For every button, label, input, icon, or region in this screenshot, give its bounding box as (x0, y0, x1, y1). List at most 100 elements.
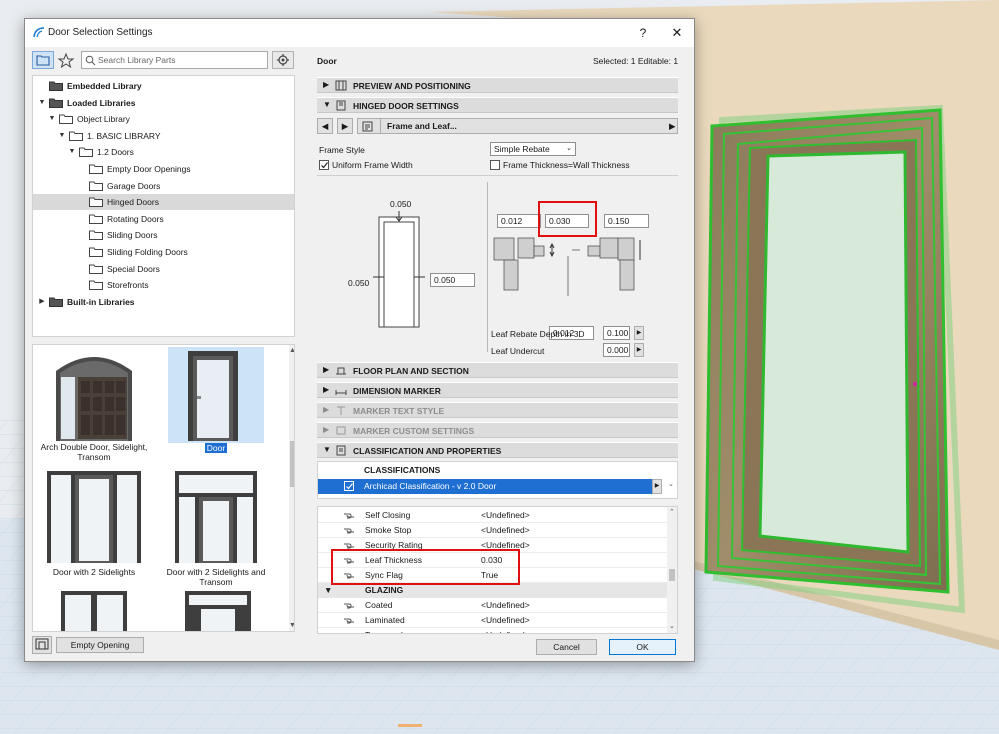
search-input[interactable]: Search Library Parts (81, 51, 268, 69)
section-preview-positioning[interactable]: ▶ PREVIEW AND POSITIONING (317, 77, 678, 93)
selected-door-3d[interactable] (704, 104, 966, 614)
gear-icon (277, 54, 289, 66)
properties-scrollbar[interactable]: ⌃ ⌄ (667, 507, 677, 633)
tree-item[interactable]: Garage Doors (33, 178, 294, 194)
uniform-frame-width-checkbox[interactable] (319, 160, 329, 170)
help-button[interactable]: ? (631, 22, 655, 44)
property-name: Smoke Stop (365, 525, 412, 535)
property-value[interactable]: <Undefined> (481, 628, 530, 633)
rebate-width-field[interactable]: 0.012 (497, 214, 541, 228)
page-list-icon (362, 121, 373, 132)
glazing-group-header[interactable]: ▼ GLAZING (318, 583, 667, 598)
tree-item[interactable]: Embedded Library (33, 78, 294, 94)
scroll-up-icon[interactable]: ▲ (289, 347, 294, 354)
door-thumbnail (188, 351, 238, 441)
collapse-arrow-icon: ▼ (323, 445, 331, 454)
folder-icon (89, 264, 103, 274)
link-icon (344, 618, 354, 624)
leaf-undercut-arrow-button[interactable]: ▶ (634, 343, 644, 357)
frame-thickness-checkbox[interactable] (490, 160, 500, 170)
property-value[interactable]: <Undefined> (481, 523, 530, 538)
gallery-caption: Arch Double Door, Sidelight, Transom (40, 442, 148, 462)
section-dimension-marker[interactable]: ▶ DIMENSION MARKER (317, 382, 678, 398)
empty-opening-button[interactable]: Empty Opening (56, 637, 144, 653)
expand-arrow-icon: ▶ (323, 80, 330, 89)
tree-item[interactable]: Special Doors (33, 261, 294, 277)
property-value[interactable]: <Undefined> (481, 613, 530, 628)
title-bar: Door Selection Settings ? ✕ (25, 19, 694, 47)
leaf-undercut-label: Leaf Undercut (491, 346, 545, 356)
property-row[interactable]: Laminated <Undefined> (318, 613, 667, 628)
expand-arrow-icon: ▶ (323, 365, 330, 374)
tree-item[interactable]: ▼ 1.2 Doors (33, 144, 294, 160)
property-value[interactable]: <Undefined> (481, 508, 530, 523)
previous-page-button[interactable]: ◀ (317, 118, 333, 134)
tree-item[interactable]: Rotating Doors (33, 211, 294, 227)
tree-item[interactable]: Hinged Doors (33, 194, 294, 211)
scroll-down-icon[interactable]: ▼ (289, 622, 294, 629)
library-settings-button[interactable] (272, 51, 294, 69)
tree-item[interactable]: Storefronts (33, 277, 294, 293)
tree-item[interactable]: ▼ Object Library (33, 111, 294, 127)
collapse-arrow-icon[interactable]: ▼ (57, 128, 67, 144)
tree-item-label: Garage Doors (107, 180, 161, 191)
property-row[interactable]: Coated <Undefined> (318, 598, 667, 613)
scroll-thumb[interactable] (669, 569, 675, 581)
gallery-item-partial-thumbnail (61, 591, 127, 631)
gallery-scrollbar[interactable]: ▲ ▼ (289, 345, 294, 631)
section-hinged-door-settings[interactable]: ▼ HINGED DOOR SETTINGS (317, 97, 678, 113)
collapse-arrow-icon[interactable]: ▼ (37, 95, 47, 111)
expand-arrow-icon[interactable]: ▶ (37, 294, 47, 310)
cancel-button[interactable]: Cancel (536, 639, 597, 655)
tree-item[interactable]: Empty Door Openings (33, 161, 294, 177)
collapse-arrow-icon: ▼ (324, 585, 333, 595)
tree-item[interactable]: Sliding Doors (33, 227, 294, 243)
folder-icon (59, 114, 73, 125)
classification-row[interactable]: Archicad Classification - v 2.0 Door (318, 479, 662, 494)
classification-arrow-button[interactable]: ▶ (652, 479, 662, 494)
link-icon (344, 528, 354, 534)
leaf-rebate-arrow-button[interactable]: ▶ (634, 326, 644, 340)
close-button[interactable]: ✕ (665, 22, 689, 44)
ok-button[interactable]: OK (609, 639, 676, 655)
frame-style-label: Frame Style (319, 145, 365, 155)
classifications-header: CLASSIFICATIONS (364, 465, 441, 475)
frame-depth-field[interactable]: 0.150 (604, 214, 649, 228)
property-value[interactable]: <Undefined> (481, 598, 530, 613)
scroll-down-icon[interactable]: ⌄ (669, 622, 675, 630)
section-marker-custom-settings: ▶ MARKER CUSTOM SETTINGS (317, 422, 678, 438)
left-width-value: 0.050 (348, 278, 370, 288)
tree-item-label: Embedded Library (67, 81, 142, 91)
opening-tool-button[interactable] (32, 636, 52, 654)
tree-item-label: Empty Door Openings (107, 164, 191, 174)
scroll-thumb[interactable] (290, 441, 294, 487)
collapse-arrow-icon[interactable]: ▼ (67, 144, 77, 160)
tree-item[interactable]: ▼ Loaded Libraries (33, 95, 294, 111)
frame-style-select[interactable]: Simple Rebate ⌄ (490, 142, 576, 156)
tree-item[interactable]: Sliding Folding Doors (33, 244, 294, 260)
favorites-button[interactable] (55, 51, 77, 69)
tree-item[interactable]: ▼ 1. BASIC LIBRARY (33, 128, 294, 144)
folder-view-button[interactable] (32, 51, 54, 69)
highlight-box (331, 549, 520, 585)
gallery-caption: Door (204, 443, 228, 453)
leaf-rebate-depth-field[interactable]: 0.100 (603, 326, 630, 340)
scroll-down-icon[interactable]: ⌄ (668, 480, 674, 488)
section-marker-text-style: ▶ MARKER TEXT STYLE (317, 402, 678, 418)
property-row[interactable]: Smoke Stop <Undefined> (318, 523, 667, 538)
next-page-button[interactable]: ▶ (337, 118, 353, 134)
classification-checkbox[interactable] (344, 481, 354, 491)
classification-icon (336, 445, 346, 456)
property-row[interactable]: Self Closing <Undefined> (318, 508, 667, 523)
page-select-dropdown[interactable]: Frame and Leaf... ▶ (357, 118, 678, 134)
property-row[interactable]: Tempered <Undefined> (318, 628, 667, 634)
tree-item[interactable]: ▶ Built-in Libraries (33, 294, 294, 310)
section-floor-plan[interactable]: ▶ FLOOR PLAN AND SECTION (317, 362, 678, 378)
collapse-arrow-icon[interactable]: ▼ (47, 111, 57, 127)
gallery-caption: Door with 2 Sidelights and Transom (166, 567, 266, 587)
scroll-up-icon[interactable]: ⌃ (669, 508, 675, 516)
leaf-undercut-field[interactable]: 0.000 (603, 343, 630, 357)
section-classification-properties[interactable]: ▼ CLASSIFICATION AND PROPERTIES (317, 442, 678, 458)
side-width-field[interactable]: 0.050 (430, 273, 475, 287)
link-icon (343, 631, 355, 634)
